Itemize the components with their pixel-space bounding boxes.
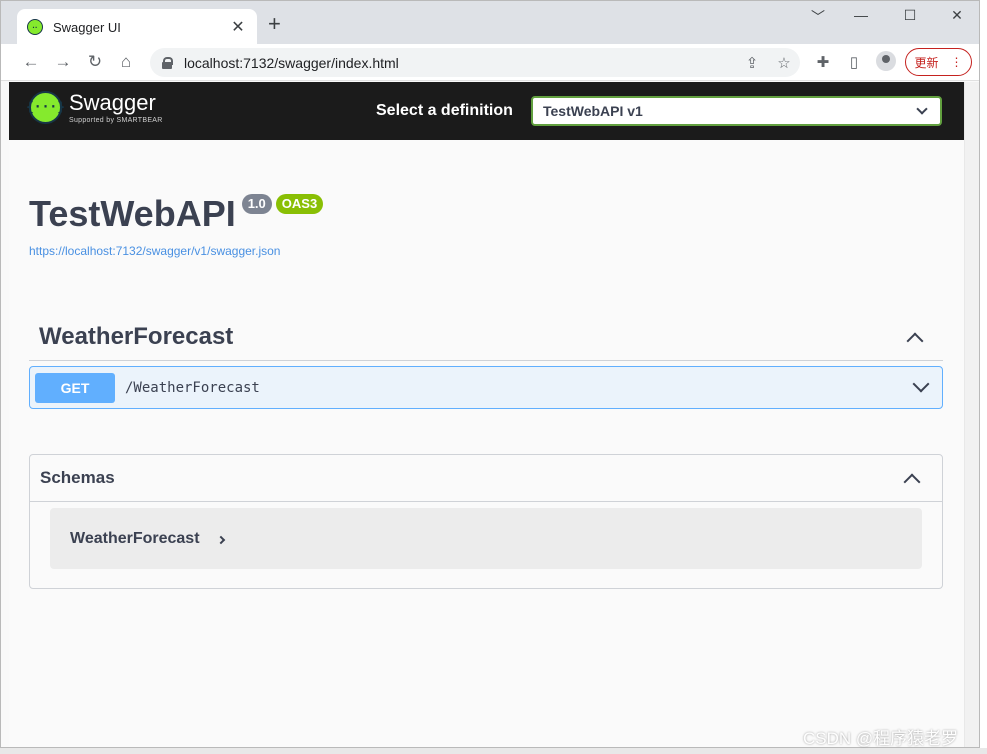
scrollbar[interactable] [964,82,979,747]
operation-block[interactable]: GET /WeatherForecast [29,366,943,409]
swagger-topbar: {···} Swagger Supported by SMARTBEAR Sel… [9,82,964,140]
star-icon[interactable]: ☆ [768,54,800,72]
extensions-icon[interactable]: ✚ [812,52,834,74]
profile-icon[interactable] [876,51,896,71]
tab-title: Swagger UI [53,19,121,35]
maximize-button[interactable]: ☐ [895,7,925,24]
tab-strip: ·· Swagger UI ✕ + ﹀ — ☐ ✕ [1,1,979,45]
model-name: WeatherForecast [70,529,200,547]
swagger-logo-icon: {···} [26,91,65,124]
operation-path: /WeatherForecast [125,379,260,396]
tag-section-header[interactable]: WeatherForecast [29,313,943,361]
page-title: TestWebAPI [29,193,236,234]
address-bar[interactable]: localhost:7132/swagger/index.html ⇪ ☆ [150,48,800,77]
new-tab-button[interactable]: + [268,13,281,35]
schemas-title: Schemas [40,468,115,487]
menu-icon: ⋮ [950,55,963,69]
page-viewport: {···} Swagger Supported by SMARTBEAR Sel… [9,82,964,747]
model-item[interactable]: WeatherForecast [50,508,922,569]
definition-label: Select a definition [376,102,513,119]
forward-icon[interactable]: → [52,51,74,73]
lock-icon[interactable] [162,56,173,69]
schemas-section: Schemas WeatherForecast [29,454,943,589]
chevron-up-icon[interactable] [903,473,921,491]
logo-name: Swagger [69,90,156,115]
close-tab-icon[interactable]: ✕ [229,17,247,37]
chevron-down-icon[interactable] [912,375,930,392]
logo-subtitle: Supported by SMARTBEAR [69,117,163,124]
api-info: TestWebAPI 1.0 OAS3 [29,192,324,236]
method-badge: GET [35,372,115,403]
update-button[interactable]: 更新 ⋮ [905,48,972,76]
chevron-right-icon [216,535,225,545]
back-icon[interactable]: ← [20,51,42,73]
watermark-text: CSDN @程序猿老罗 [803,729,959,748]
chevron-down-icon [916,103,928,115]
close-window-button[interactable]: ✕ [942,7,972,24]
definition-value: TestWebAPI v1 [543,103,643,119]
chevron-up-icon[interactable] [906,332,924,349]
browser-window: ·· Swagger UI ✕ + ﹀ — ☐ ✕ ← → ↻ ⌂ localh… [0,0,980,748]
swagger-logo[interactable]: {···} Swagger Supported by SMARTBEAR [26,90,163,124]
definition-select[interactable]: TestWebAPI v1 [531,96,942,126]
schemas-header[interactable]: Schemas [30,455,942,502]
version-badge: 1.0 [241,194,272,214]
update-label: 更新 [914,55,939,70]
swagger-favicon-icon: ·· [27,19,43,35]
url-text[interactable]: localhost:7132/swagger/index.html [184,55,736,71]
reload-icon[interactable]: ↻ [84,51,106,73]
tab-swagger-ui[interactable]: ·· Swagger UI ✕ [17,9,257,45]
spec-link[interactable]: https://localhost:7132/swagger/v1/swagge… [29,244,280,258]
side-panel-icon[interactable]: ▯ [843,52,865,74]
oas-badge: OAS3 [275,194,324,214]
minimize-button[interactable]: — [846,7,876,23]
tag-title: WeatherForecast [39,322,234,350]
tab-search-icon[interactable]: ﹀ [803,7,833,27]
share-icon[interactable]: ⇪ [736,54,768,72]
browser-toolbar: ← → ↻ ⌂ localhost:7132/swagger/index.htm… [1,44,979,81]
home-icon[interactable]: ⌂ [115,51,137,73]
